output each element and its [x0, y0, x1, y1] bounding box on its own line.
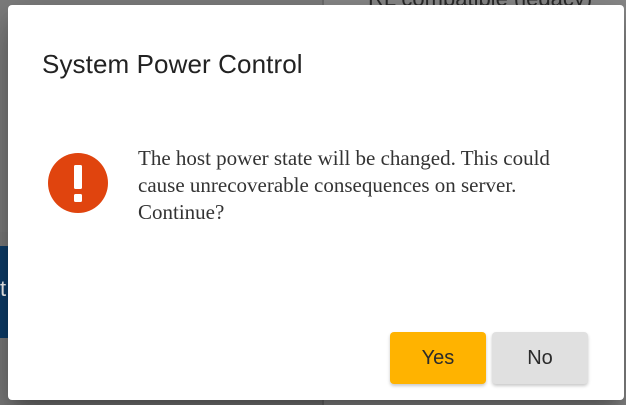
dialog-title: System Power Control — [42, 49, 303, 79]
exclamation-icon — [48, 153, 108, 213]
dialog-message: The host power state will be changed. Th… — [138, 146, 550, 224]
power-control-dialog: System Power Control The host power stat… — [8, 5, 624, 400]
yes-button[interactable]: Yes — [390, 332, 486, 384]
background-blue-text: t — [0, 276, 7, 301]
no-button[interactable]: No — [492, 332, 588, 384]
